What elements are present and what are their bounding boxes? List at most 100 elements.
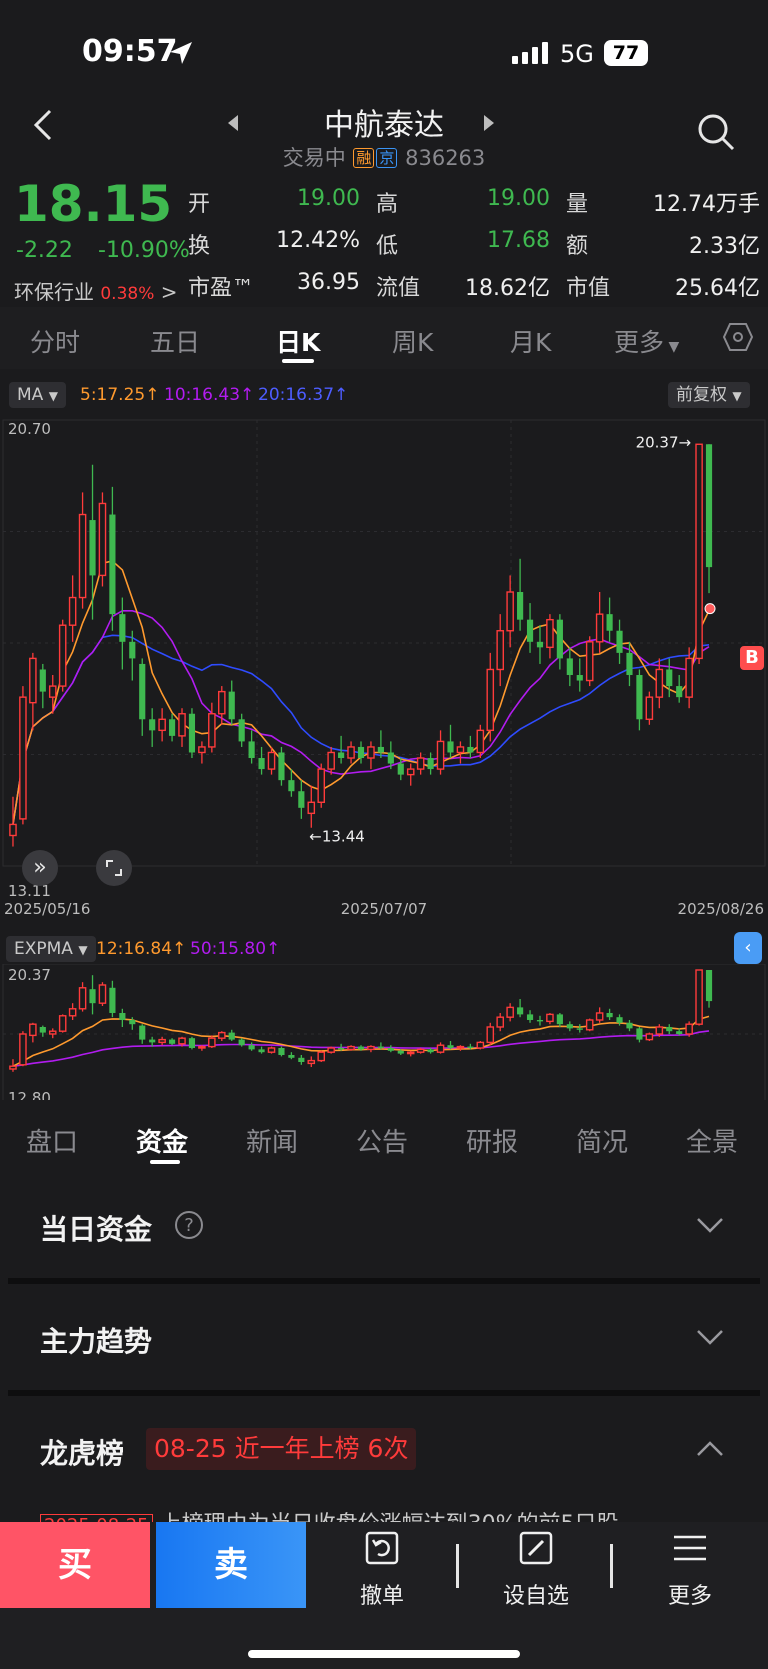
dragon-tiger-section[interactable]: 龙虎榜 08-25 近一年上榜 6次 2025-08-25 上榜理由为当日收盘价… [0, 1396, 768, 1537]
price-change-pct: -10.90% [98, 238, 190, 263]
ma-chip-label: MA [17, 385, 44, 405]
tab-daily-k[interactable]: 日K [276, 323, 320, 359]
chevron-down-icon[interactable] [696, 1328, 724, 1346]
candle-body [307, 801, 316, 815]
main-trend-section[interactable]: 主力趋势 [0, 1284, 768, 1390]
candle-body [39, 1026, 46, 1033]
candle-body [238, 719, 245, 742]
candle-body [476, 729, 485, 754]
candle-body [288, 780, 295, 792]
active-tab-indicator [282, 359, 314, 363]
candle-body [19, 1033, 27, 1066]
candle-body [666, 1026, 673, 1032]
candle-body [39, 669, 46, 692]
trade-toolbar: 买 卖 撤单 设自选 更多 [0, 1522, 768, 1669]
chevron-up-icon[interactable] [696, 1440, 724, 1458]
low-label: 低 [376, 234, 399, 259]
tab-weekly-k[interactable]: 周K [392, 323, 433, 359]
candle-body [556, 619, 563, 659]
tab-more-label: 更多 [614, 328, 665, 357]
industry-row[interactable]: 环保行业 0.38% > [14, 276, 178, 305]
tab-order-book[interactable]: 盘口 [26, 1122, 78, 1159]
expma-selector[interactable]: EXPMA ▼ [6, 936, 96, 962]
candle-body [248, 741, 255, 759]
tab-funds[interactable]: 资金 [136, 1122, 188, 1159]
more-button[interactable]: 更多 [640, 1522, 740, 1609]
candle-body [566, 1024, 573, 1029]
low-annotation: ←13.44 [309, 828, 365, 846]
help-icon[interactable]: ? [174, 1210, 204, 1240]
x-tick-label: 2025/07/07 [341, 900, 427, 918]
sell-button[interactable]: 卖 [156, 1522, 306, 1608]
tab-more[interactable]: 更多 ▼ [614, 323, 679, 359]
candle-body [685, 657, 693, 698]
ma-selector[interactable]: MA ▼ [9, 382, 66, 408]
chevron-down-icon[interactable] [696, 1216, 724, 1234]
candle-body [228, 1032, 235, 1040]
caret-down-icon: ▼ [48, 389, 58, 403]
tab-research[interactable]: 研报 [466, 1122, 518, 1159]
candle-body [636, 675, 643, 720]
candle-body [526, 1014, 534, 1020]
open-value: 19.00 [297, 186, 360, 211]
battery-level: 77 [612, 42, 640, 64]
candle-body [58, 624, 67, 687]
price-adjust-selector[interactable]: 前复权 ▼ [668, 382, 750, 408]
expma12-legend: 12:16.84↑ [96, 939, 187, 959]
next-stock-icon[interactable] [482, 114, 496, 132]
candle-body [416, 757, 425, 770]
expma12-line [12, 1015, 710, 1067]
candle-body [585, 641, 594, 682]
tab-news[interactable]: 新闻 [246, 1122, 298, 1159]
candle-body [89, 989, 96, 1004]
candle-body [695, 969, 703, 1025]
candle-body [486, 1026, 495, 1044]
turnover-value: 12.42% [276, 228, 360, 253]
add-watchlist-button[interactable]: 设自选 [486, 1522, 586, 1609]
candle-body [526, 619, 534, 642]
cancel-order-label: 撤单 [359, 1584, 404, 1609]
tab-monthly-k[interactable]: 月K [510, 323, 551, 359]
candlestick-chart[interactable]: 20.7013.112025/05/16 2025/07/07 2025/08/26… [0, 418, 768, 918]
fullscreen-icon[interactable] [96, 850, 132, 886]
amount-value: 2.33亿 [689, 234, 760, 259]
settings-icon[interactable] [722, 321, 754, 353]
candle-body [606, 1012, 613, 1018]
price-change: -2.22 [16, 238, 73, 263]
candle-body [278, 1047, 285, 1055]
chart-tabs: 分时 五日 日K 周K 月K 更多 ▼ [0, 307, 768, 369]
candle-body [298, 1057, 305, 1062]
daily-funds-section[interactable]: 当日资金 ? [0, 1172, 768, 1278]
tab-overview[interactable]: 全景 [686, 1122, 738, 1159]
high-label: 高 [376, 192, 399, 217]
buy-button[interactable]: 买 [0, 1522, 150, 1608]
candle-body [626, 652, 633, 676]
expma-chart[interactable]: 20.3712.80 [0, 964, 768, 1106]
dragon-tiger-tag: 08-25 近一年上榜 6次 [146, 1428, 417, 1470]
candle-body [676, 1031, 683, 1034]
tab-five-day[interactable]: 五日 [150, 323, 200, 359]
candle-body [536, 1019, 544, 1022]
ma10-value: 10:16.43 [164, 385, 241, 405]
tab-intraday[interactable]: 分时 [30, 323, 80, 359]
candle-body [357, 746, 365, 759]
tab-announcements[interactable]: 公告 [356, 1122, 408, 1159]
candle-body [158, 1038, 166, 1044]
candle-body [307, 1059, 316, 1065]
candle-body [676, 686, 683, 698]
info-tabs: 盘口 资金 新闻 公告 研报 简况 全景 [0, 1100, 768, 1170]
search-icon[interactable] [696, 112, 736, 152]
price-marker-dot [704, 603, 716, 615]
amount-label: 额 [566, 234, 589, 259]
expand-left-icon[interactable]: » [22, 850, 58, 886]
cancel-order-button[interactable]: 撤单 [332, 1522, 432, 1609]
candle-body [467, 746, 474, 753]
collapse-panel-icon[interactable]: ‹ [734, 932, 762, 964]
candle-body [338, 1047, 345, 1050]
buy-point-marker[interactable]: B [740, 646, 764, 670]
network-type: 5G [560, 40, 594, 68]
tab-profile[interactable]: 简况 [576, 1122, 628, 1159]
candle-body [149, 1039, 156, 1043]
mcap-label: 市值 [566, 276, 611, 301]
candle-body [397, 763, 404, 775]
